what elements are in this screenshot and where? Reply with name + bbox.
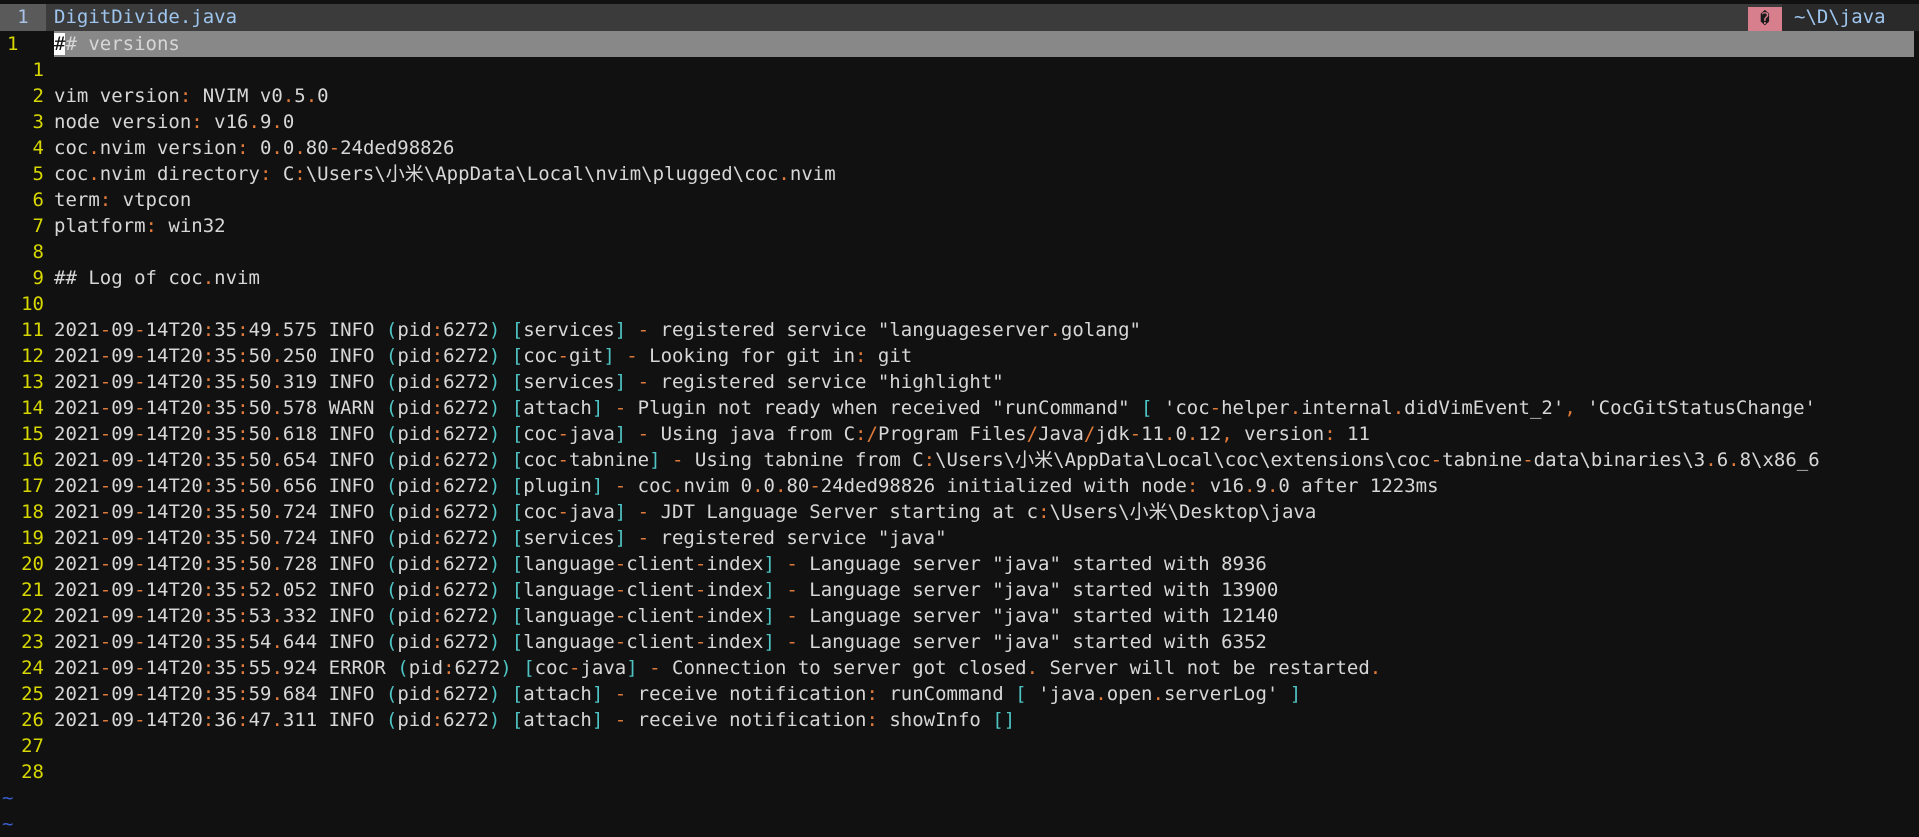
editor-line[interactable]: 2 vim version: NVIM v0.5.0 xyxy=(0,83,1919,109)
line-text: 2021-09-14T20:35:50.319 INFO (pid:6272) … xyxy=(54,371,1004,393)
line-text: platform: win32 xyxy=(54,215,226,237)
editor-line[interactable]: 15 2021-09-14T20:35:50.618 INFO (pid:6272… xyxy=(0,421,1919,447)
editor-line[interactable]: 28 xyxy=(0,759,1919,785)
line-text: vim version: NVIM v0.5.0 xyxy=(54,85,329,107)
editor-line[interactable]: 18 2021-09-14T20:35:50.724 INFO (pid:6272… xyxy=(0,499,1919,525)
editor-line[interactable]: 9 ## Log of coc.nvim xyxy=(0,265,1919,291)
git-branch-icon: � xyxy=(1748,7,1782,31)
line-number: 27 xyxy=(21,735,44,757)
editor-line[interactable]: 24 2021-09-14T20:35:55.924 ERROR (pid:627… xyxy=(0,655,1919,681)
line-number: 3 xyxy=(32,111,44,133)
editor-line[interactable]: 8 xyxy=(0,239,1919,265)
line-number: 15 xyxy=(21,423,44,445)
editor-line[interactable]: 3 node version: v16.9.0 xyxy=(0,109,1919,135)
end-of-buffer-tilde: ~ xyxy=(2,787,14,809)
editor-line[interactable]: 12 2021-09-14T20:35:50.250 INFO (pid:6272… xyxy=(0,343,1919,369)
line-text: 2021-09-14T20:35:50.656 INFO (pid:6272) … xyxy=(54,475,1439,497)
line-text: 2021-09-14T20:35:52.052 INFO (pid:6272) … xyxy=(54,579,1279,601)
line-number: 26 xyxy=(21,709,44,731)
line-text: 2021-09-14T20:35:50.618 INFO (pid:6272) … xyxy=(54,423,1370,445)
line-number: 17 xyxy=(21,475,44,497)
line-text: ## Log of coc.nvim xyxy=(54,267,260,289)
editor-line[interactable]: 5 coc.nvim directory: C:\Users\小米\AppData… xyxy=(0,161,1919,187)
editor-line[interactable]: 17 2021-09-14T20:35:50.656 INFO (pid:6272… xyxy=(0,473,1919,499)
line-number: 9 xyxy=(32,267,44,289)
line-text: coc.nvim directory: C:\Users\小米\AppData\… xyxy=(54,163,836,185)
line-number: 18 xyxy=(21,501,44,523)
line-text: 2021-09-14T20:35:50.724 INFO (pid:6272) … xyxy=(54,501,1317,523)
end-of-buffer-tilde: ~ xyxy=(2,813,14,835)
editor-line[interactable]: 27 xyxy=(0,733,1919,759)
editor-line[interactable]: 21 2021-09-14T20:35:52.052 INFO (pid:6272… xyxy=(0,577,1919,603)
line-number: 28 xyxy=(21,761,44,783)
editor-line[interactable]: 22 2021-09-14T20:35:53.332 INFO (pid:6272… xyxy=(0,603,1919,629)
line-text: coc.nvim version: 0.0.80-24ded98826 xyxy=(54,137,455,159)
editor-line[interactable]: 1 xyxy=(0,57,1919,83)
editor-line[interactable]: 1 ## versions xyxy=(0,31,1919,57)
line-text: 2021-09-14T20:35:50.724 INFO (pid:6272) … xyxy=(54,527,947,549)
line-number: 1 xyxy=(7,33,19,55)
line-text: 2021-09-14T20:35:50.654 INFO (pid:6272) … xyxy=(54,449,1820,471)
editor-line[interactable]: 10 xyxy=(0,291,1919,317)
line-number: 21 xyxy=(21,579,44,601)
line-number: 5 xyxy=(32,163,44,185)
line-text: 2021-09-14T20:35:59.684 INFO (pid:6272) … xyxy=(54,683,1302,705)
editor-line[interactable]: 25 2021-09-14T20:35:59.684 INFO (pid:6272… xyxy=(0,681,1919,707)
editor-line[interactable]: 16 2021-09-14T20:35:50.654 INFO (pid:6272… xyxy=(0,447,1919,473)
editor-line[interactable]: 19 2021-09-14T20:35:50.724 INFO (pid:6272… xyxy=(0,525,1919,551)
editor-line[interactable]: 6 term: vtpcon xyxy=(0,187,1919,213)
line-number: 20 xyxy=(21,553,44,575)
line-number: 24 xyxy=(21,657,44,679)
line-number: 6 xyxy=(32,189,44,211)
line-number: 2 xyxy=(32,85,44,107)
line-number: 23 xyxy=(21,631,44,653)
line-text: 2021-09-14T20:35:53.332 INFO (pid:6272) … xyxy=(54,605,1279,627)
line-number: 4 xyxy=(32,137,44,159)
line-text: 2021-09-14T20:35:50.578 WARN (pid:6272) … xyxy=(54,397,1816,419)
line-text: 2021-09-14T20:35:54.644 INFO (pid:6272) … xyxy=(54,631,1267,653)
line-text: 2021-09-14T20:35:50.728 INFO (pid:6272) … xyxy=(54,553,1267,575)
line-number: 14 xyxy=(21,397,44,419)
line-text: ## versions xyxy=(54,33,180,55)
line-number: 16 xyxy=(21,449,44,471)
editor-line[interactable]: 26 2021-09-14T20:36:47.311 INFO (pid:6272… xyxy=(0,707,1919,733)
line-text: 2021-09-14T20:35:49.575 INFO (pid:6272) … xyxy=(54,319,1141,341)
line-number: 13 xyxy=(21,371,44,393)
editor-line[interactable]: 7 platform: win32 xyxy=(0,213,1919,239)
line-number: 22 xyxy=(21,605,44,627)
line-number: 7 xyxy=(32,215,44,237)
text-cursor: # xyxy=(54,33,66,55)
line-number: 12 xyxy=(21,345,44,367)
line-number: 8 xyxy=(32,241,44,263)
tabline: 1 DigitDivide.java � ~\D\java xyxy=(0,4,1919,31)
editor-line[interactable]: 13 2021-09-14T20:35:50.319 INFO (pid:6272… xyxy=(0,369,1919,395)
line-text: node version: v16.9.0 xyxy=(54,111,295,133)
editor-line[interactable]: 14 2021-09-14T20:35:50.578 WARN (pid:6272… xyxy=(0,395,1919,421)
line-number: 1 xyxy=(32,59,44,81)
line-number: 19 xyxy=(21,527,44,549)
editor-line[interactable]: 4 coc.nvim version: 0.0.80-24ded98826 xyxy=(0,135,1919,161)
line-number: 25 xyxy=(21,683,44,705)
editor-line[interactable]: 23 2021-09-14T20:35:54.644 INFO (pid:6272… xyxy=(0,629,1919,655)
editor-buffer[interactable]: 1 ## versions 1 2 vim version: NVIM v0.5.0 3 n… xyxy=(0,31,1919,835)
cursorline-highlight xyxy=(54,31,1914,57)
line-number: 10 xyxy=(21,293,44,315)
line-text: 2021-09-14T20:36:47.311 INFO (pid:6272) … xyxy=(54,709,1016,731)
line-text: term: vtpcon xyxy=(54,189,192,211)
tab-number[interactable]: 1 xyxy=(0,4,46,31)
line-text: 2021-09-14T20:35:50.250 INFO (pid:6272) … xyxy=(54,345,913,367)
editor-line[interactable]: 20 2021-09-14T20:35:50.728 INFO (pid:6272… xyxy=(0,551,1919,577)
current-directory: ~\D\java xyxy=(1782,4,1919,31)
line-number: 11 xyxy=(21,319,44,341)
editor-line[interactable]: 11 2021-09-14T20:35:49.575 INFO (pid:6272… xyxy=(0,317,1919,343)
tab-filename[interactable]: DigitDivide.java xyxy=(54,4,237,31)
line-text: 2021-09-14T20:35:55.924 ERROR (pid:6272)… xyxy=(54,657,1382,679)
